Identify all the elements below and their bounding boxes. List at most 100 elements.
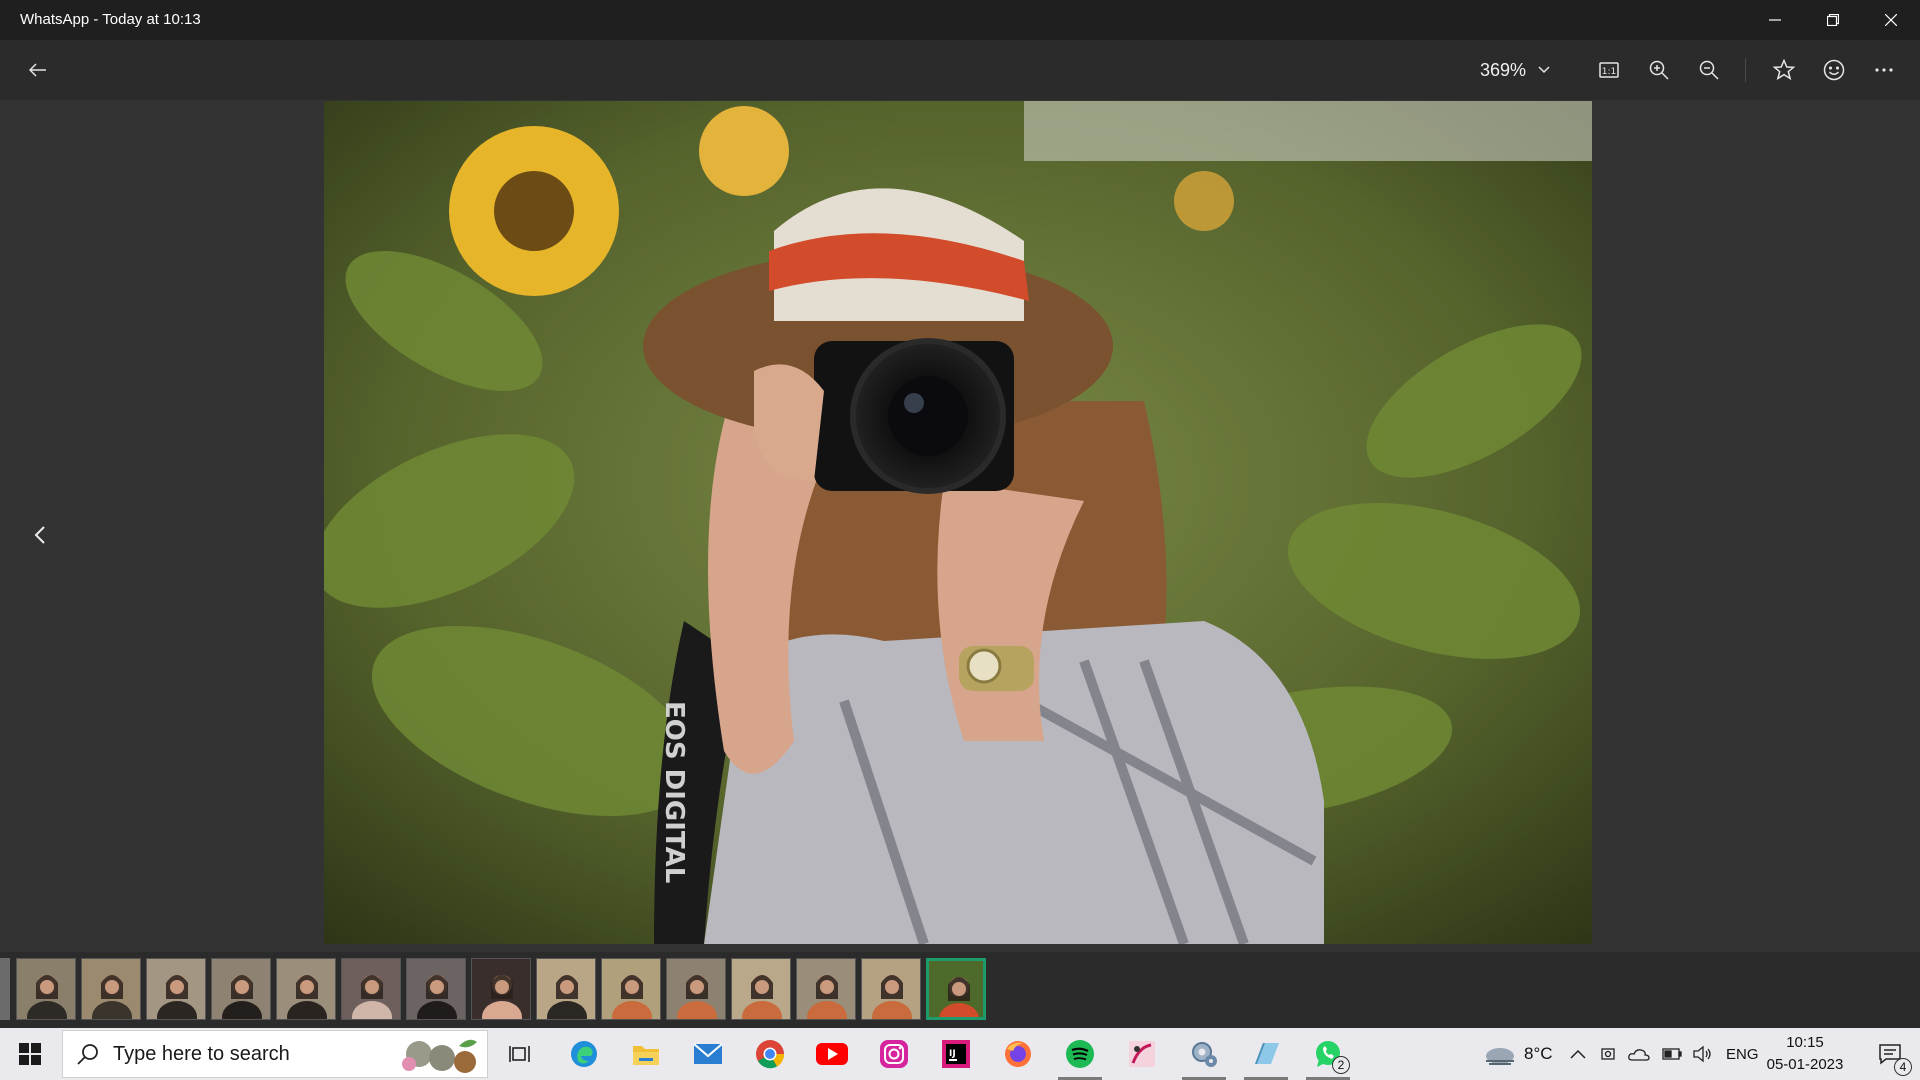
windows-logo-icon: [19, 1043, 41, 1065]
task-view-icon: [509, 1046, 530, 1062]
taskbar-whatsapp[interactable]: 2: [1300, 1028, 1356, 1080]
taskbar-mail[interactable]: [680, 1028, 736, 1080]
filmstrip-thumbnail[interactable]: [796, 958, 856, 1020]
weather-widget[interactable]: 8°C: [1482, 1028, 1553, 1080]
zoom-level-value: 369%: [1480, 59, 1527, 80]
reaction-button[interactable]: [1814, 50, 1854, 90]
thumbnail-image: [82, 959, 140, 1019]
filmstrip-thumbnail[interactable]: [341, 958, 401, 1020]
thumbnail-image: [929, 961, 983, 1017]
zoom-out-button[interactable]: [1689, 50, 1729, 90]
taskbar-app-window[interactable]: [1238, 1028, 1294, 1080]
emoji-icon: [1823, 59, 1845, 81]
more-icon: [1875, 68, 1893, 72]
zoom-dropdown[interactable]: 369%: [1480, 50, 1560, 90]
taskbar-intellij[interactable]: IJ: [928, 1028, 984, 1080]
image-viewer: EOS DIGITAL: [0, 100, 1920, 952]
task-view-button[interactable]: [492, 1028, 548, 1080]
minimize-button[interactable]: [1746, 0, 1804, 40]
thumbnail-image: [602, 959, 660, 1019]
restore-icon: [1827, 14, 1839, 26]
thumbnail-image: [147, 959, 205, 1019]
zoom-in-button[interactable]: [1639, 50, 1679, 90]
meet-now-icon[interactable]: [1600, 1045, 1616, 1063]
thumbnail-image: [472, 959, 530, 1019]
viewer-toolbar: 369% 1:1: [0, 40, 1920, 100]
filmstrip-thumbnail[interactable]: [276, 958, 336, 1020]
taskbar-spotify[interactable]: [1052, 1028, 1108, 1080]
search-highlight-icon: [402, 1039, 477, 1073]
system-tray-icons: ENG: [1570, 1028, 1759, 1080]
photo-illustration: EOS DIGITAL: [324, 101, 1592, 944]
youtube-icon: [816, 1043, 848, 1065]
filmstrip-scroll-handle[interactable]: [0, 958, 10, 1020]
edge-icon: [571, 1041, 597, 1067]
taskbar-edge[interactable]: [556, 1028, 612, 1080]
taskbar-file-explorer[interactable]: [618, 1028, 674, 1080]
spotify-icon: [1066, 1040, 1094, 1068]
search-placeholder: Type here to search: [113, 1042, 290, 1065]
language-indicator[interactable]: ENG: [1726, 1046, 1759, 1063]
battery-icon[interactable]: [1662, 1048, 1682, 1060]
filmstrip-thumbnail[interactable]: [731, 958, 791, 1020]
taskbar-clock[interactable]: 10:15 05-01-2023: [1760, 1032, 1850, 1076]
filmstrip-thumbnail[interactable]: [16, 958, 76, 1020]
restore-button[interactable]: [1804, 0, 1862, 40]
onedrive-cloud-icon[interactable]: [1628, 1047, 1650, 1061]
taskbar-paint-app[interactable]: [1114, 1028, 1170, 1080]
thumbnail-image: [342, 959, 400, 1019]
filmstrip-thumbnail[interactable]: [146, 958, 206, 1020]
filmstrip-thumbnail-active[interactable]: [926, 958, 986, 1020]
clock-time: 10:15: [1786, 1034, 1824, 1051]
sunflower: [449, 126, 619, 296]
svg-text:IJ: IJ: [949, 1049, 956, 1059]
actual-size-button[interactable]: 1:1: [1589, 50, 1629, 90]
strap-text: EOS DIGITAL: [659, 701, 689, 883]
svg-text:1:1: 1:1: [1602, 67, 1616, 77]
actual-size-icon: 1:1: [1599, 62, 1619, 78]
taskbar-youtube[interactable]: [804, 1028, 860, 1080]
filmstrip-thumbnail[interactable]: [861, 958, 921, 1020]
taskbar-search-box[interactable]: Type here to search: [62, 1030, 488, 1078]
thumbnail-image: [537, 959, 595, 1019]
taskbar-firefox[interactable]: [990, 1028, 1046, 1080]
search-icon: [77, 1044, 98, 1065]
filmstrip-thumbnail[interactable]: [536, 958, 596, 1020]
filmstrip-thumbnail[interactable]: [666, 958, 726, 1020]
paint-app-icon: [1129, 1041, 1155, 1067]
thumbnail-image: [407, 959, 465, 1019]
thumbnail-image: [797, 959, 855, 1019]
previous-image-button[interactable]: [20, 510, 60, 560]
thumbnail-image: [277, 959, 335, 1019]
filmstrip-thumbnail[interactable]: [471, 958, 531, 1020]
chevron-up-icon[interactable]: [1570, 1049, 1586, 1059]
taskbar-chrome[interactable]: [742, 1028, 798, 1080]
chrome-icon: [756, 1040, 785, 1069]
main-photo[interactable]: EOS DIGITAL: [324, 101, 1592, 944]
mail-icon: [693, 1043, 723, 1064]
cloudy-weather-icon: [1486, 1048, 1514, 1065]
thumbnail-image: [732, 959, 790, 1019]
taskbar-settings-app[interactable]: [1176, 1028, 1232, 1080]
back-button[interactable]: [18, 50, 58, 90]
app-window-icon: [1255, 1043, 1279, 1064]
taskbar-instagram[interactable]: [866, 1028, 922, 1080]
intellij-icon: IJ: [942, 1040, 970, 1068]
volume-icon[interactable]: [1692, 1045, 1712, 1063]
title-bar: WhatsApp - Today at 10:13: [0, 0, 1920, 40]
more-options-button[interactable]: [1864, 50, 1904, 90]
start-button[interactable]: [0, 1028, 60, 1080]
thumbnail-image: [667, 959, 725, 1019]
minimize-icon: [1769, 19, 1781, 21]
filmstrip-thumbnail[interactable]: [601, 958, 661, 1020]
filmstrip-thumbnail[interactable]: [406, 958, 466, 1020]
filmstrip-thumbnail[interactable]: [81, 958, 141, 1020]
close-button[interactable]: [1862, 0, 1920, 40]
favorite-button[interactable]: [1764, 50, 1804, 90]
filmstrip-thumbnail[interactable]: [211, 958, 271, 1020]
toolbar-divider: [1745, 58, 1746, 82]
filmstrip: [0, 952, 1920, 1028]
thumbnail-image: [212, 959, 270, 1019]
windows-taskbar: Type here to search IJ 2 8°C ENG 10:15 0…: [0, 1028, 1920, 1080]
notification-center-button[interactable]: 4: [1864, 1028, 1916, 1080]
